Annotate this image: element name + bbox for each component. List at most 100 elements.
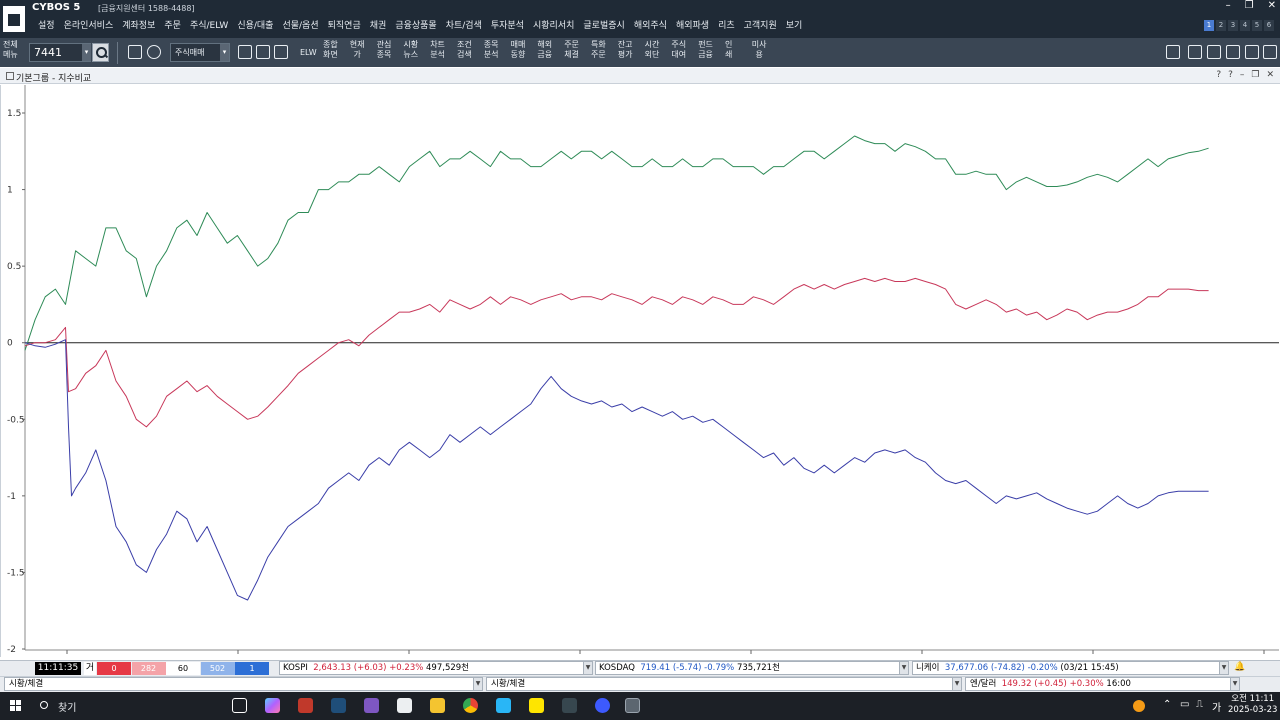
layout-tab[interactable]: 4 [1240,20,1250,31]
menu-item[interactable]: 주식/ELW [190,18,228,31]
taskbar-search[interactable]: 찾기 [58,699,76,714]
quick-button[interactable]: 종합 화면 [323,40,338,60]
app-icon[interactable] [562,698,577,713]
chevron-down-icon[interactable]: ▼ [583,662,592,674]
maximize-button[interactable]: ❐ [1245,0,1254,11]
monitor-icon[interactable] [1207,45,1221,59]
copilot-icon[interactable] [265,698,280,713]
menu-item[interactable]: 설정 [38,18,55,31]
chart-maximize-button[interactable]: ❐ [1251,70,1259,80]
all-menu-button[interactable]: 전체 메뉴 [3,40,18,60]
order-type-dropdown[interactable]: ▾ [220,44,229,61]
kakaotalk-icon[interactable] [529,698,544,713]
index-panel-kosdaq[interactable]: KOSDAQ 719.41 (-5.74) -0.79% 735,721천 ▼ [595,661,909,675]
menu-item[interactable]: 채권 [370,18,387,31]
quick-button[interactable]: 해외 금융 [537,40,552,60]
quick-button[interactable]: 주문 체결 [564,40,579,60]
fx-panel[interactable]: 엔/달러 149.32 (+0.45) +0.30% 16:00 ▼ [965,677,1240,691]
screen-code-dropdown[interactable]: ▾ [82,44,91,61]
layout-tab[interactable]: 1 [1204,20,1214,31]
menu-item[interactable]: 리츠 [718,18,735,31]
quick-button[interactable]: 종목 분석 [484,40,499,60]
weather-icon[interactable] [1133,700,1145,712]
menu-item[interactable]: 차트/검색 [446,18,482,31]
grid-icon[interactable] [1245,45,1259,59]
quick-button[interactable]: 잔고 평가 [618,40,633,60]
camera-icon[interactable] [1226,45,1240,59]
menu-item[interactable]: 고객지원 [744,18,777,31]
new-window-icon[interactable] [128,45,142,59]
network-icon[interactable]: ⎍ [1196,699,1203,710]
tools-icon[interactable] [147,45,161,59]
app-icon[interactable] [595,698,610,713]
input-language[interactable]: 가 [1212,699,1221,714]
app-icon[interactable] [496,698,511,713]
menu-item[interactable]: 글로벌증시 [583,18,624,31]
quick-button[interactable]: 매매 동향 [511,40,526,60]
close-button[interactable]: ✕ [1268,0,1276,11]
home-icon[interactable] [1188,45,1202,59]
quick-button[interactable]: 시황 뉴스 [403,40,418,60]
quick-button[interactable]: 미사 용 [752,40,767,60]
news-ticker-1[interactable]: 시황/체결 ▼ [4,677,483,691]
menu-item[interactable]: 해외파생 [676,18,709,31]
minimize-button[interactable]: – [1226,0,1231,11]
news-ticker-2[interactable]: 시황/체결 ▼ [486,677,962,691]
menu-item[interactable]: 퇴직연금 [328,18,361,31]
tray-clock[interactable]: 오전 11:11 2025-03-23 [1228,694,1277,716]
task-view-icon[interactable] [232,698,247,713]
menu-item[interactable]: 투자분석 [491,18,524,31]
screen-layout-icon[interactable] [1166,45,1180,59]
chevron-up-icon[interactable]: ⌃ [1163,699,1171,710]
app-icon[interactable] [364,698,379,713]
quick-button[interactable]: 현재 가 [350,40,365,60]
menu-item[interactable]: 보기 [786,18,803,31]
camera-icon[interactable] [238,45,252,59]
search-icon[interactable] [40,701,48,709]
layout-tab[interactable]: 6 [1264,20,1274,31]
quick-button[interactable]: 조건 검색 [457,40,472,60]
chart-area[interactable]: 1.5 1 0.5 0 -0.5 -1 -1.5 -2 [0,85,1280,657]
menu-item[interactable]: 주문 [164,18,181,31]
refresh-icon[interactable] [1263,45,1277,59]
quick-button[interactable]: 펀드 금융 [698,40,713,60]
layout-tab[interactable]: 5 [1252,20,1262,31]
quick-button[interactable]: 관심 종목 [377,40,392,60]
quick-button[interactable]: 특화 주문 [591,40,606,60]
windows-start-icon[interactable] [10,700,22,712]
quick-button[interactable]: 시간 외단 [645,40,660,60]
chevron-down-icon[interactable]: ▼ [952,678,961,690]
menu-item[interactable]: 신용/대출 [237,18,273,31]
menu-item[interactable]: 선물/옵션 [282,18,318,31]
menu-item[interactable]: 시황리서치 [533,18,574,31]
chevron-down-icon[interactable]: ▼ [899,662,908,674]
help-icon[interactable]: ? [1216,70,1221,80]
app-tray-icon[interactable]: ▭ [1180,699,1189,710]
quick-button[interactable]: 인쇄 [725,40,732,60]
folder-icon[interactable] [430,698,445,713]
chevron-down-icon[interactable]: ▼ [473,678,482,690]
search-icon[interactable] [92,43,109,62]
chevron-down-icon[interactable]: ▼ [1219,662,1228,674]
app-icon[interactable] [397,698,412,713]
menu-item[interactable]: 계좌정보 [122,18,155,31]
monitor-icon[interactable] [274,45,288,59]
app-icon[interactable] [298,698,313,713]
layout-tab[interactable]: 3 [1228,20,1238,31]
elw-button[interactable]: ELW [300,48,317,57]
app-icon[interactable] [331,698,346,713]
layout-tab[interactable]: 2 [1216,20,1226,31]
chart-close-button[interactable]: ✕ [1266,70,1274,80]
cybos-taskbar-icon[interactable] [625,698,640,713]
chart-minimize-button[interactable]: – [1240,70,1245,80]
index-panel-kospi[interactable]: KOSPI 2,643.13 (+6.03) +0.23% 497,529천 ▼ [279,661,593,675]
menu-item[interactable]: 온라인서비스 [64,18,114,31]
alarm-icon[interactable]: 🔔 [1234,662,1245,672]
quick-button[interactable]: 차트 분석 [430,40,445,60]
index-panel-nikkei[interactable]: 니케이 37,677.06 (-74.82) -0.20% (03/21 15:… [912,661,1229,675]
chrome-icon[interactable] [463,698,478,713]
info-icon[interactable]: ? [1228,70,1233,80]
quick-button[interactable]: 주식 대여 [671,40,686,60]
export-icon[interactable] [256,45,270,59]
menu-item[interactable]: 금융상품몰 [395,18,436,31]
